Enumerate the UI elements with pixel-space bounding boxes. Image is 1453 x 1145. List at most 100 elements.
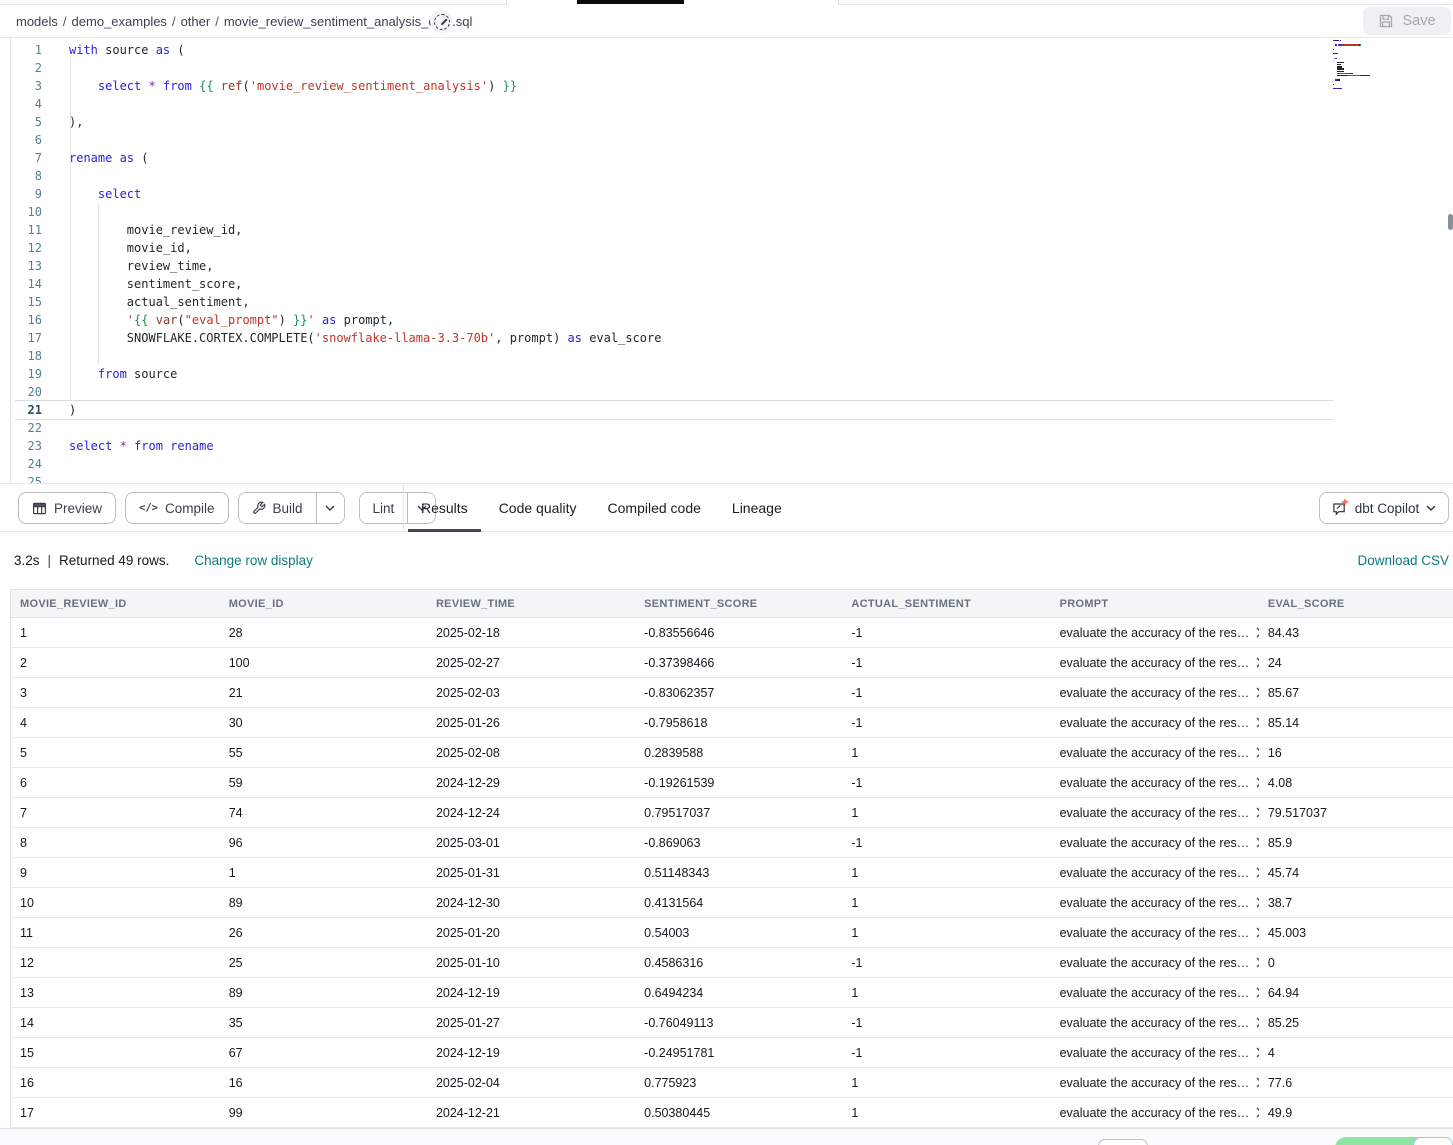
code-token: ) [279,313,293,327]
minimap-mark [1360,44,1361,45]
expand-prompt-chevron-icon[interactable] [1256,987,1259,998]
expand-prompt-chevron-icon[interactable] [1256,627,1259,638]
build-dropdown-caret[interactable] [316,493,344,523]
bottom-right-button[interactable] [1413,1137,1453,1145]
lint-label: Lint [373,501,395,516]
line-number: 23 [11,437,42,455]
line-number: 6 [11,131,42,149]
lint-button[interactable]: Lint [360,493,408,523]
code-token: sentiment_score, [69,277,242,291]
minimap-line [1333,55,1451,56]
expand-prompt-chevron-icon[interactable] [1256,807,1259,818]
column-header[interactable]: EVAL_SCORE [1259,590,1453,618]
code-token: as [120,151,134,165]
table-cell: 25 [220,948,427,978]
table-cell: 8 [11,828,220,858]
code-token [214,79,221,93]
breadcrumb: models/demo_examples/other/movie_review_… [16,5,472,37]
save-label: Save [1402,13,1435,29]
chevron-down-icon [325,505,335,511]
table-cell: 2025-03-01 [427,828,635,858]
code-line [69,59,661,77]
compile-button[interactable]: </> Compile [125,492,229,524]
minimap-line [1333,88,1451,89]
expand-prompt-chevron-icon[interactable] [1256,747,1259,758]
table-icon [32,501,47,516]
column-header[interactable]: SENTIMENT_SCORE [635,590,842,618]
download-csv-link[interactable]: Download CSV [1357,553,1449,568]
column-header[interactable]: PROMPT [1051,590,1259,618]
table-cell: 85.25 [1259,1008,1453,1038]
code-line [69,203,661,221]
code-token [69,367,98,381]
prompt-cell: evaluate the accuracy of the res… [1051,828,1259,858]
tab-results[interactable]: Results [421,484,468,532]
line-number: 11 [11,221,42,239]
expand-prompt-chevron-icon[interactable] [1256,927,1259,938]
expand-prompt-chevron-icon[interactable] [1256,657,1259,668]
prompt-preview-text: evaluate the accuracy of the res… [1060,806,1250,820]
expand-prompt-chevron-icon[interactable] [1256,1107,1259,1118]
expand-prompt-chevron-icon[interactable] [1256,687,1259,698]
results-table: MOVIE_REVIEW_IDMOVIE_IDREVIEW_TIMESENTIM… [10,589,1453,1128]
table-cell: 0.79517037 [635,798,842,828]
column-header[interactable]: MOVIE_ID [220,590,427,618]
bottom-bar [0,1128,1453,1145]
expand-prompt-chevron-icon[interactable] [1256,1017,1259,1028]
line-number: 17 [11,329,42,347]
table-cell: 84.43 [1259,618,1453,648]
breadcrumb-segment[interactable]: other [181,14,211,29]
code-line [69,95,661,113]
breadcrumb-segment[interactable]: models [16,14,58,29]
code-line: movie_review_id, [69,221,661,239]
code-token: ), [69,115,83,129]
expand-prompt-chevron-icon[interactable] [1256,717,1259,728]
minimap-line [1333,84,1451,85]
minimap-mark [1350,73,1353,74]
copilot-edit-icon[interactable] [430,10,453,33]
expand-prompt-chevron-icon[interactable] [1256,867,1259,878]
code-line: SNOWFLAKE.CORTEX.COMPLETE('snowflake-lla… [69,329,661,347]
expand-prompt-chevron-icon[interactable] [1256,1047,1259,1058]
table-cell: 1 [842,1098,1050,1128]
tab-lineage[interactable]: Lineage [732,484,782,532]
preview-button[interactable]: Preview [18,492,116,524]
code-token: ( [134,151,148,165]
minimap-mark [1339,88,1342,89]
table-cell: -1 [842,708,1050,738]
code-token [69,187,98,201]
code-minimap[interactable] [1333,40,1451,93]
table-cell: 2024-12-19 [427,1038,635,1068]
expand-prompt-chevron-icon[interactable] [1256,957,1259,968]
tab-code-quality[interactable]: Code quality [499,484,577,532]
breadcrumb-segment[interactable]: demo_examples [72,14,167,29]
table-cell: 1 [842,978,1050,1008]
editor-scrollbar-thumb[interactable] [1448,214,1453,230]
line-number: 14 [11,275,42,293]
column-header[interactable]: ACTUAL_SENTIMENT [842,590,1050,618]
prompt-preview-wrap: evaluate the accuracy of the res… [1060,656,1259,670]
expand-prompt-chevron-icon[interactable] [1256,897,1259,908]
expand-prompt-chevron-icon[interactable] [1256,837,1259,848]
table-cell: -1 [842,948,1050,978]
dbt-copilot-button[interactable]: dbt Copilot [1319,492,1449,524]
column-header[interactable]: MOVIE_REVIEW_ID [11,590,220,618]
expand-prompt-chevron-icon[interactable] [1256,1077,1259,1088]
table-cell: 89 [220,978,427,1008]
save-button[interactable]: Save [1363,7,1451,35]
minimap-line [1333,79,1451,80]
column-header[interactable]: REVIEW_TIME [427,590,635,618]
change-row-display-link[interactable]: Change row display [194,553,313,568]
bottom-toolbar-button[interactable] [1098,1139,1148,1145]
tab-compiled-code[interactable]: Compiled code [608,484,701,532]
code-token: 'movie_review_sentiment_analysis' [250,79,488,93]
table-row: 3212025-02-03-0.83062357-1evaluate the a… [11,678,1453,708]
build-button[interactable]: Build [239,493,316,523]
table-cell: 4 [1259,1038,1453,1068]
build-label: Build [273,501,303,516]
expand-prompt-chevron-icon[interactable] [1256,777,1259,788]
prompt-cell: evaluate the accuracy of the res… [1051,708,1259,738]
table-cell: -1 [842,828,1050,858]
code-editor[interactable]: 1234567891011121314151617181920212223242… [10,38,1453,483]
code-lines[interactable]: with source as ( select * from {{ ref('m… [69,41,661,473]
